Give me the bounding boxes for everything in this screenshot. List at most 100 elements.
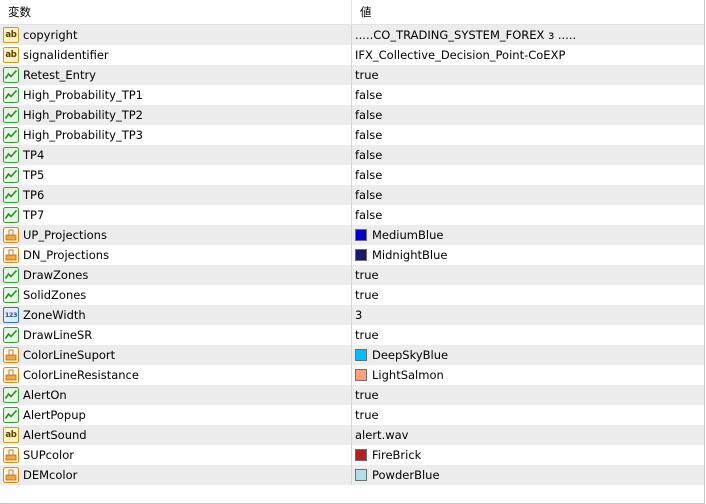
- param-value-field[interactable]: false: [352, 205, 703, 225]
- param-name: Retest_Entry: [23, 68, 96, 82]
- param-row-tp6[interactable]: TP6 false: [0, 185, 704, 205]
- param-value: true: [355, 268, 379, 282]
- param-row-zonewidth[interactable]: 123 ZoneWidth 3: [0, 305, 704, 325]
- param-name: SUPcolor: [23, 448, 74, 462]
- param-row-tp7[interactable]: TP7 false: [0, 205, 704, 225]
- param-value-field[interactable]: FireBrick: [352, 445, 703, 465]
- param-value: true: [355, 388, 379, 402]
- param-row-up-projections[interactable]: UP_Projections MediumBlue: [0, 225, 704, 245]
- param-value: true: [355, 408, 379, 422]
- param-value-field[interactable]: false: [352, 105, 703, 125]
- param-row-supcolor[interactable]: SUPcolor FireBrick: [0, 445, 704, 465]
- param-name-cell: Retest_Entry: [0, 65, 352, 85]
- param-name: High_Probability_TP2: [23, 108, 143, 122]
- bool-icon: [3, 67, 19, 83]
- param-value-field[interactable]: IFX_Collective_Decision_Point-CoEXP: [352, 45, 703, 65]
- param-row-solidzones[interactable]: SolidZones true: [0, 285, 704, 305]
- param-value-field[interactable]: true: [352, 265, 703, 285]
- param-name: ColorLineSuport: [23, 348, 116, 362]
- param-value-field[interactable]: false: [352, 125, 703, 145]
- param-row-retest-entry[interactable]: Retest_Entry true: [0, 65, 704, 85]
- bool-icon: [3, 207, 19, 223]
- param-row-high-probability-tp3[interactable]: High_Probability_TP3 false: [0, 125, 704, 145]
- param-value-field[interactable]: true: [352, 405, 703, 425]
- param-name-cell: ColorLineSuport: [0, 345, 352, 365]
- param-name: UP_Projections: [23, 228, 107, 242]
- bool-icon: [3, 387, 19, 403]
- column-header-variable[interactable]: 変数: [0, 0, 352, 24]
- color-swatch: [355, 249, 367, 261]
- param-value-field[interactable]: false: [352, 185, 703, 205]
- param-row-drawzones[interactable]: DrawZones true: [0, 265, 704, 285]
- string-icon: ab: [3, 27, 19, 43]
- param-row-signalidentifier[interactable]: ab signalidentifier IFX_Collective_Decisi…: [0, 45, 704, 65]
- param-name: signalidentifier: [23, 48, 109, 62]
- param-row-colorlinesuport[interactable]: ColorLineSuport DeepSkyBlue: [0, 345, 704, 365]
- bool-icon: [3, 107, 19, 123]
- param-row-drawlinesr[interactable]: DrawLineSR true: [0, 325, 704, 345]
- param-value-field[interactable]: true: [352, 385, 703, 405]
- param-row-alertpopup[interactable]: AlertPopup true: [0, 405, 704, 425]
- param-value: FireBrick: [372, 448, 422, 462]
- bool-icon: [3, 407, 19, 423]
- param-row-alertsound[interactable]: ab AlertSound alert.wav: [0, 425, 704, 445]
- param-row-dn-projections[interactable]: DN_Projections MidnightBlue: [0, 245, 704, 265]
- param-value-field[interactable]: DeepSkyBlue: [352, 345, 703, 365]
- param-name-cell: TP4: [0, 145, 352, 165]
- param-name-cell: High_Probability_TP3: [0, 125, 352, 145]
- param-value-field[interactable]: MidnightBlue: [352, 245, 703, 265]
- parameter-rows: ab copyright .....CO_TRADING_SYSTEM_FOREX …: [0, 25, 704, 485]
- bool-icon: [3, 287, 19, 303]
- column-header-value[interactable]: 値: [352, 0, 703, 24]
- inputs-grid: 変数 値 ab copyright .....CO_TRADING_SYSTEM_F…: [0, 0, 705, 504]
- param-name: DrawZones: [23, 268, 89, 282]
- color-icon: [3, 367, 19, 383]
- integer-icon: 123: [3, 307, 19, 323]
- param-name-cell: SolidZones: [0, 285, 352, 305]
- param-name: DrawLineSR: [23, 328, 93, 342]
- param-row-demcolor[interactable]: DEMcolor PowderBlue: [0, 465, 704, 485]
- param-value-field[interactable]: PowderBlue: [352, 465, 703, 485]
- param-value: false: [355, 208, 383, 222]
- param-value-field[interactable]: LightSalmon: [352, 365, 703, 385]
- param-value: true: [355, 288, 379, 302]
- param-row-high-probability-tp1[interactable]: High_Probability_TP1 false: [0, 85, 704, 105]
- param-value-field[interactable]: alert.wav: [352, 425, 703, 445]
- bool-icon: [3, 327, 19, 343]
- param-row-tp5[interactable]: TP5 false: [0, 165, 704, 185]
- param-name-cell: TP5: [0, 165, 352, 185]
- param-name-cell: ColorLineResistance: [0, 365, 352, 385]
- param-row-high-probability-tp2[interactable]: High_Probability_TP2 false: [0, 105, 704, 125]
- param-value: false: [355, 168, 383, 182]
- bool-icon: [3, 127, 19, 143]
- param-value-field[interactable]: true: [352, 65, 703, 85]
- param-value-field[interactable]: true: [352, 325, 703, 345]
- param-row-alerton[interactable]: AlertOn true: [0, 385, 704, 405]
- param-value-field[interactable]: MediumBlue: [352, 225, 703, 245]
- param-value-field[interactable]: false: [352, 165, 703, 185]
- param-value-field[interactable]: 3: [352, 305, 703, 325]
- param-value-field[interactable]: false: [352, 85, 703, 105]
- color-swatch: [355, 349, 367, 361]
- param-row-tp4[interactable]: TP4 false: [0, 145, 704, 165]
- color-icon: [3, 467, 19, 483]
- param-name-cell: SUPcolor: [0, 445, 352, 465]
- param-value-field[interactable]: .....CO_TRADING_SYSTEM_FOREX з .....: [352, 25, 703, 45]
- param-value: false: [355, 88, 383, 102]
- param-name: DEMcolor: [23, 468, 78, 482]
- param-row-colorlineresistance[interactable]: ColorLineResistance LightSalmon: [0, 365, 704, 385]
- color-swatch: [355, 469, 367, 481]
- bool-icon: [3, 167, 19, 183]
- param-name-cell: High_Probability_TP1: [0, 85, 352, 105]
- param-name: AlertSound: [23, 428, 87, 442]
- param-value-field[interactable]: false: [352, 145, 703, 165]
- param-name-cell: AlertPopup: [0, 405, 352, 425]
- color-icon: [3, 347, 19, 363]
- param-value: true: [355, 328, 379, 342]
- bool-icon: [3, 147, 19, 163]
- param-row-copyright[interactable]: ab copyright .....CO_TRADING_SYSTEM_FOREX …: [0, 25, 704, 45]
- param-name: SolidZones: [23, 288, 87, 302]
- bool-icon: [3, 267, 19, 283]
- param-value-field[interactable]: true: [352, 285, 703, 305]
- param-name: copyright: [23, 28, 78, 42]
